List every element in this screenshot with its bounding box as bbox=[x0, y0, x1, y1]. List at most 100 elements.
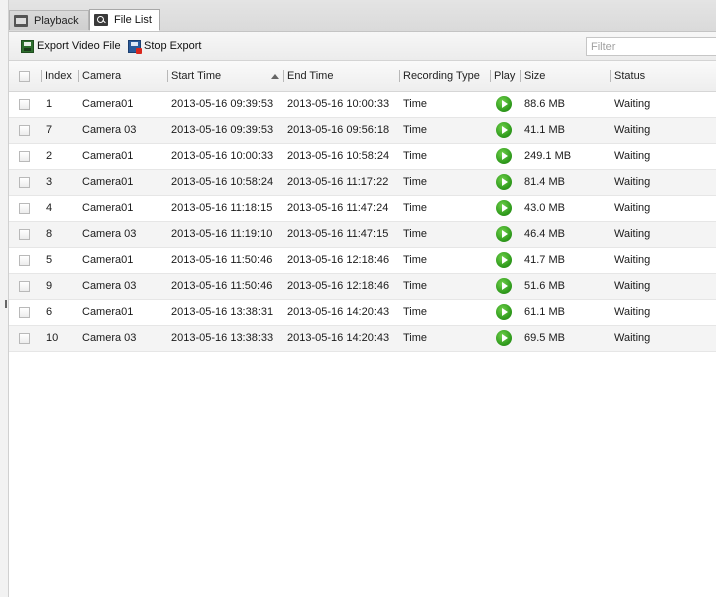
cell-start-time: 2013-05-16 11:19:10 bbox=[171, 228, 273, 240]
row-checkbox[interactable] bbox=[19, 307, 30, 318]
cell-start-time: 2013-05-16 11:50:46 bbox=[171, 254, 273, 266]
tab-file-list-label: File List bbox=[114, 14, 152, 26]
row-checkbox[interactable] bbox=[19, 255, 30, 266]
cell-recording-type: Time bbox=[403, 124, 428, 136]
play-icon[interactable] bbox=[496, 122, 512, 138]
file-list-icon bbox=[94, 14, 108, 26]
cell-camera: Camera01 bbox=[82, 254, 134, 266]
table-header: Index Camera Start Time End Time Recordi… bbox=[9, 61, 716, 92]
stop-export-icon bbox=[128, 39, 142, 54]
export-video-button[interactable]: Export Video File bbox=[21, 38, 121, 54]
cell-size: 43.0 MB bbox=[524, 202, 565, 214]
row-checkbox[interactable] bbox=[19, 229, 30, 240]
cell-status: Waiting bbox=[614, 332, 651, 344]
table-row[interactable]: 5 Camera01 2013-05-16 11:50:46 2013-05-1… bbox=[9, 248, 716, 274]
table-row[interactable]: 8 Camera 03 2013-05-16 11:19:10 2013-05-… bbox=[9, 222, 716, 248]
cell-status: Waiting bbox=[614, 254, 651, 266]
cell-recording-type: Time bbox=[403, 98, 428, 110]
play-icon[interactable] bbox=[496, 96, 512, 112]
play-icon[interactable] bbox=[496, 174, 512, 190]
column-header-end-time[interactable]: End Time bbox=[282, 61, 333, 91]
column-header-status[interactable]: Status bbox=[609, 61, 645, 91]
table-row[interactable]: 6 Camera01 2013-05-16 13:38:31 2013-05-1… bbox=[9, 300, 716, 326]
play-icon[interactable] bbox=[496, 330, 512, 346]
cell-camera: Camera01 bbox=[82, 98, 134, 110]
cell-size: 69.5 MB bbox=[524, 332, 565, 344]
cell-size: 51.6 MB bbox=[524, 280, 565, 292]
cell-index: 7 bbox=[46, 124, 53, 136]
table-row[interactable]: 10 Camera 03 2013-05-16 13:38:33 2013-05… bbox=[9, 326, 716, 352]
play-icon[interactable] bbox=[496, 226, 512, 242]
cell-index: 6 bbox=[46, 306, 53, 318]
cell-recording-type: Time bbox=[403, 150, 428, 162]
resize-handle-icon[interactable] bbox=[5, 300, 7, 308]
cell-start-time: 2013-05-16 11:50:46 bbox=[171, 280, 273, 292]
file-table: Index Camera Start Time End Time Recordi… bbox=[9, 61, 716, 352]
column-header-index[interactable]: Index bbox=[41, 61, 72, 91]
filter-input[interactable] bbox=[586, 37, 716, 56]
stop-export-label: Stop Export bbox=[144, 40, 202, 52]
cell-camera: Camera01 bbox=[82, 306, 134, 318]
column-header-start-time[interactable]: Start Time bbox=[166, 61, 279, 91]
stop-export-button[interactable]: Stop Export bbox=[128, 38, 201, 54]
cell-camera: Camera 03 bbox=[82, 124, 137, 136]
cell-status: Waiting bbox=[614, 202, 651, 214]
play-icon[interactable] bbox=[496, 200, 512, 216]
file-list-panel: Playback File List Export Video File Sto… bbox=[8, 0, 716, 597]
tab-playback[interactable]: Playback bbox=[9, 10, 89, 30]
row-checkbox[interactable] bbox=[19, 281, 30, 292]
cell-size: 81.4 MB bbox=[524, 176, 565, 188]
row-checkbox[interactable] bbox=[19, 99, 30, 110]
cell-status: Waiting bbox=[614, 306, 651, 318]
column-header-play[interactable]: Play bbox=[489, 61, 515, 91]
play-icon[interactable] bbox=[496, 252, 512, 268]
cell-start-time: 2013-05-16 13:38:31 bbox=[171, 306, 274, 318]
row-checkbox[interactable] bbox=[19, 333, 30, 344]
cell-size: 61.1 MB bbox=[524, 306, 565, 318]
table-row[interactable]: 3 Camera01 2013-05-16 10:58:24 2013-05-1… bbox=[9, 170, 716, 196]
table-row[interactable]: 7 Camera 03 2013-05-16 09:39:53 2013-05-… bbox=[9, 118, 716, 144]
cell-start-time: 2013-05-16 10:00:33 bbox=[171, 150, 274, 162]
row-checkbox[interactable] bbox=[19, 151, 30, 162]
cell-start-time: 2013-05-16 11:18:15 bbox=[171, 202, 273, 214]
cell-end-time: 2013-05-16 11:17:22 bbox=[287, 176, 389, 188]
cell-recording-type: Time bbox=[403, 228, 428, 240]
column-header-start-time-label: Start Time bbox=[171, 70, 222, 82]
cell-end-time: 2013-05-16 12:18:46 bbox=[287, 254, 390, 266]
tab-file-list[interactable]: File List bbox=[89, 9, 160, 31]
table-row[interactable]: 2 Camera01 2013-05-16 10:00:33 2013-05-1… bbox=[9, 144, 716, 170]
cell-index: 1 bbox=[46, 98, 53, 110]
window-left-edge bbox=[0, 0, 8, 597]
cell-size: 88.6 MB bbox=[524, 98, 565, 110]
cell-status: Waiting bbox=[614, 280, 651, 292]
tab-playback-label: Playback bbox=[34, 14, 79, 27]
cell-camera: Camera 03 bbox=[82, 228, 137, 240]
column-header-size[interactable]: Size bbox=[519, 61, 545, 91]
table-row[interactable]: 1 Camera01 2013-05-16 09:39:53 2013-05-1… bbox=[9, 92, 716, 118]
column-header-recording-type[interactable]: Recording Type bbox=[399, 61, 480, 91]
table-row[interactable]: 9 Camera 03 2013-05-16 11:50:46 2013-05-… bbox=[9, 274, 716, 300]
cell-start-time: 2013-05-16 09:39:53 bbox=[171, 98, 274, 110]
cell-status: Waiting bbox=[614, 176, 651, 188]
toolbar: Export Video File Stop Export bbox=[9, 32, 716, 61]
cell-end-time: 2013-05-16 14:20:43 bbox=[287, 332, 390, 344]
cell-end-time: 2013-05-16 14:20:43 bbox=[287, 306, 390, 318]
play-icon[interactable] bbox=[496, 304, 512, 320]
cell-index: 3 bbox=[46, 176, 53, 188]
play-icon[interactable] bbox=[496, 148, 512, 164]
play-icon[interactable] bbox=[496, 278, 512, 294]
cell-index: 5 bbox=[46, 254, 53, 266]
row-checkbox[interactable] bbox=[19, 177, 30, 188]
row-checkbox[interactable] bbox=[19, 203, 30, 214]
cell-camera: Camera01 bbox=[82, 176, 134, 188]
column-header-camera[interactable]: Camera bbox=[77, 61, 121, 91]
cell-status: Waiting bbox=[614, 98, 651, 110]
select-all-checkbox[interactable] bbox=[19, 71, 30, 82]
sort-ascending-icon bbox=[271, 74, 279, 79]
row-checkbox[interactable] bbox=[19, 125, 30, 136]
table-row[interactable]: 4 Camera01 2013-05-16 11:18:15 2013-05-1… bbox=[9, 196, 716, 222]
export-video-label: Export Video File bbox=[37, 40, 121, 52]
cell-recording-type: Time bbox=[403, 306, 428, 318]
cell-recording-type: Time bbox=[403, 332, 428, 344]
cell-status: Waiting bbox=[614, 124, 651, 136]
